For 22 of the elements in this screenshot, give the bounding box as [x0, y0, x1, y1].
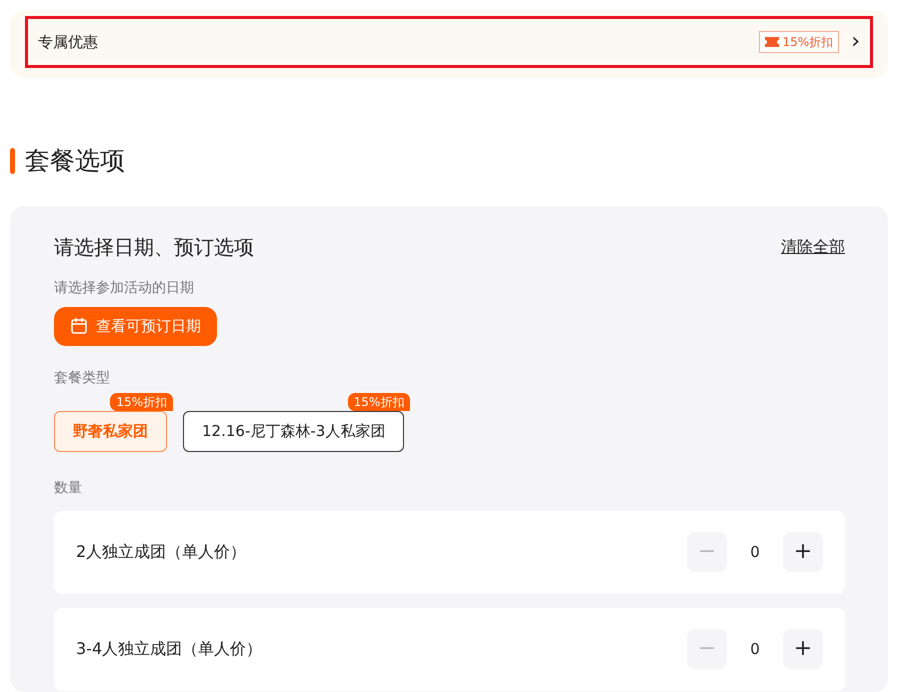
quantity-value: 0 — [749, 542, 761, 563]
section-title: 套餐选项 — [25, 145, 125, 177]
card-heading: 请选择日期、预订选项 — [54, 234, 254, 260]
quantity-label: 数量 — [54, 478, 83, 498]
discount-badge: 15%折扣 — [348, 392, 410, 410]
calendar-icon — [70, 317, 88, 335]
plus-button[interactable]: + — [783, 629, 823, 669]
date-label: 请选择参加活动的日期 — [54, 278, 195, 298]
quantity-value: 0 — [749, 638, 761, 660]
package-label: 套餐类型 — [54, 368, 111, 388]
promo-bar[interactable]: 专属优惠 15%折扣 › — [25, 16, 873, 68]
accent-bar — [10, 148, 15, 174]
discount-tag: 15%折扣 — [758, 31, 840, 53]
ticket-icon — [764, 37, 779, 47]
quantity-name: 3-4人独立成团（单人价） — [76, 638, 264, 660]
chevron-icon[interactable]: › — [851, 31, 860, 53]
plus-button[interactable]: + — [783, 532, 823, 572]
discount-badge: 15%折扣 — [110, 392, 173, 410]
promo-label: 专属优惠 — [38, 32, 99, 53]
clear-all-link[interactable]: 清除全部 — [781, 234, 845, 258]
package-option[interactable]: 12.16-尼丁森林-3人私家团 — [183, 410, 404, 452]
quantity-name: 2人独立成团（单人价） — [76, 541, 248, 563]
